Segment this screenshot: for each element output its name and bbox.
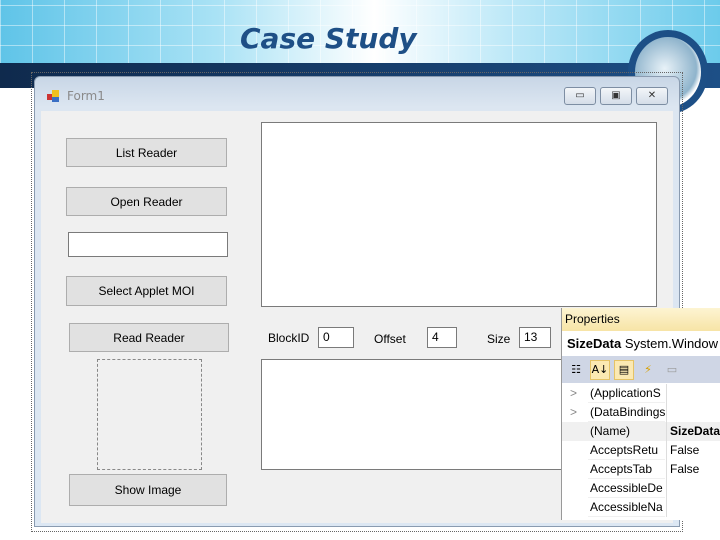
show-image-button[interactable]: Show Image xyxy=(69,474,227,506)
properties-title: Properties xyxy=(562,308,720,331)
size-input[interactable]: 13 xyxy=(519,327,551,348)
close-button[interactable]: ✕ xyxy=(636,87,668,105)
output-textarea[interactable] xyxy=(261,122,657,307)
property-name: AccessibleDe xyxy=(588,479,665,498)
read-reader-button[interactable]: Read Reader xyxy=(69,323,229,352)
property-row[interactable]: > (ApplicationS xyxy=(562,384,720,403)
image-picturebox xyxy=(97,359,202,470)
property-value[interactable] xyxy=(666,403,720,422)
sort-alphabetical-icon[interactable]: A↓ xyxy=(590,359,610,380)
events-lightning-icon[interactable]: ⚡ xyxy=(638,360,658,380)
expand-chevron-icon[interactable]: > xyxy=(570,386,577,400)
property-row[interactable]: AccessibleNa xyxy=(562,498,720,517)
property-value[interactable]: False xyxy=(666,460,720,479)
property-name: (ApplicationS xyxy=(588,384,665,403)
property-value[interactable] xyxy=(666,479,720,498)
blockid-input[interactable]: 0 xyxy=(318,327,354,348)
properties-toolbar: ☷ A↓ ▤ ⚡ ▭ xyxy=(562,356,720,383)
object-selector[interactable]: SizeData System.Window xyxy=(562,331,720,356)
open-reader-button[interactable]: Open Reader xyxy=(66,187,227,216)
property-name: AcceptsRetu xyxy=(588,441,665,460)
property-row[interactable]: (Name) SizeData xyxy=(562,422,720,441)
expand-chevron-icon[interactable]: > xyxy=(570,405,577,419)
property-name: AcceptsTab xyxy=(588,460,665,479)
select-applet-button[interactable]: Select Applet MOI xyxy=(66,276,227,306)
property-row[interactable]: AcceptsRetu False xyxy=(562,441,720,460)
property-name: (DataBindings xyxy=(588,403,665,422)
data-textarea[interactable] xyxy=(261,359,571,470)
maximize-button[interactable]: ▣ xyxy=(600,87,632,105)
object-type: System.Window xyxy=(624,336,719,351)
size-label: Size xyxy=(487,332,511,346)
offset-input[interactable]: 4 xyxy=(427,327,457,348)
property-row[interactable]: > (DataBindings xyxy=(562,403,720,422)
property-value[interactable] xyxy=(666,498,720,517)
offset-label: Offset xyxy=(374,332,406,346)
property-row[interactable]: AccessibleDe xyxy=(562,479,720,498)
blockid-label: BlockID xyxy=(268,331,310,345)
slide-title: Case Study xyxy=(240,22,417,55)
object-name: SizeData xyxy=(567,336,622,351)
properties-panel: Properties SizeData System.Window ☷ A↓ ▤… xyxy=(561,308,720,520)
form-icon xyxy=(47,90,60,102)
categorized-icon[interactable]: ☷ xyxy=(566,360,586,380)
properties-view-icon[interactable]: ▤ xyxy=(614,359,634,380)
property-row[interactable]: AcceptsTab False xyxy=(562,460,720,479)
window-title: Form1 xyxy=(67,89,105,103)
property-name: (Name) xyxy=(588,422,665,441)
property-name: AccessibleNa xyxy=(588,498,665,517)
minimize-button[interactable]: ▭ xyxy=(564,87,596,105)
property-value[interactable]: SizeData xyxy=(666,422,720,441)
property-value[interactable]: False xyxy=(666,441,720,460)
reader-text-input[interactable] xyxy=(68,232,228,257)
property-pages-icon[interactable]: ▭ xyxy=(662,360,682,380)
list-reader-button[interactable]: List Reader xyxy=(66,138,227,167)
property-value[interactable] xyxy=(666,384,720,403)
